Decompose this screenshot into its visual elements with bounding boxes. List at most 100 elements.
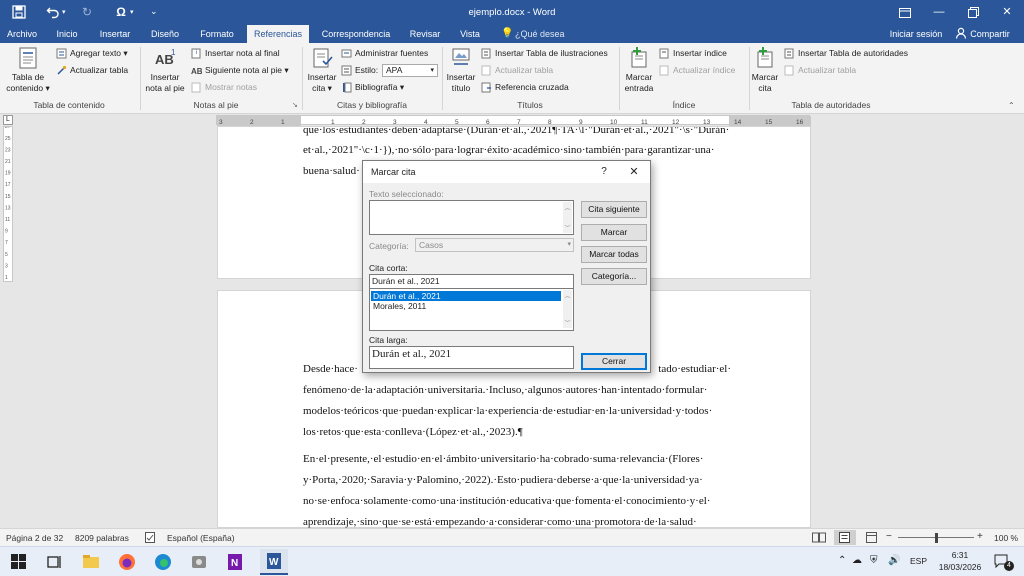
firefox-icon[interactable] [116, 552, 138, 572]
network-icon[interactable]: ☁ [852, 555, 862, 566]
tab-correspondencia[interactable]: Correspondencia [316, 25, 396, 43]
clock-time[interactable]: 6:31 [938, 550, 982, 560]
insert-index-button[interactable]: Insertar índice [659, 48, 727, 59]
short-cite-list-item[interactable]: Morales, 2011 [371, 301, 561, 311]
dialog-help-button[interactable]: ? [597, 166, 611, 177]
proofing-icon[interactable] [145, 532, 157, 545]
zoom-out-icon[interactable]: − [886, 531, 892, 542]
show-notes-label: Mostrar notas [205, 82, 257, 92]
tab-vista[interactable]: Vista [454, 25, 486, 43]
vertical-ruler[interactable]: 1 3 5 7 9 11 13 15 17 19 21 23 25 27 [3, 124, 13, 282]
insert-citation-button[interactable]: Insertar cita ▾ [304, 47, 340, 94]
tab-selector-icon[interactable]: L [3, 115, 13, 125]
tab-revisar[interactable]: Revisar [404, 25, 446, 43]
zoom-level[interactable]: 100 % [994, 533, 1018, 543]
footnotes-launcher-icon[interactable]: ↘ [292, 101, 298, 109]
vruler-tick-label: 9 [5, 229, 8, 235]
horizontal-ruler[interactable]: 3211234567891011121314151617 [216, 115, 835, 126]
short-cite-scrollbar[interactable]: ︿ ﹀ [563, 290, 572, 328]
insert-table-of-authorities-button[interactable]: Insertar Tabla de autoridades [784, 48, 908, 59]
sign-in-link[interactable]: Iniciar sesión [886, 25, 946, 43]
update-table-toc-label: Actualizar tabla [70, 65, 129, 75]
ribbon-display-options-icon[interactable] [888, 0, 922, 25]
next-footnote-button[interactable]: AB Siguiente nota al pie ▾ [191, 65, 289, 76]
mark-entry-icon [628, 47, 650, 69]
security-icon[interactable]: ⛨ [870, 555, 878, 566]
selected-text-box[interactable]: ︿ ﹀ [369, 200, 574, 235]
ruler-tick-label: 1 [331, 119, 335, 126]
insert-caption-button[interactable]: Insertar título [443, 47, 479, 94]
page-count[interactable]: Página 2 de 32 [6, 533, 63, 543]
cross-reference-button[interactable]: Referencia cruzada [481, 82, 569, 93]
input-language[interactable]: ESP [910, 556, 927, 566]
tab-referencias[interactable]: Referencias [247, 25, 309, 43]
zoom-in-icon[interactable]: + [977, 531, 983, 542]
table-of-figures-icon [481, 48, 492, 59]
add-text-button[interactable]: Agregar texto ▾ [56, 48, 128, 59]
vruler-tick-label: 23 [5, 147, 11, 153]
tab-inicio[interactable]: Inicio [48, 25, 86, 43]
toc-label-1: Tabla de [11, 72, 45, 82]
long-cite-input[interactable]: Durán et al., 2021 [369, 346, 574, 369]
zoom-slider-thumb[interactable] [935, 533, 938, 543]
mark-button[interactable]: Marcar [581, 224, 647, 241]
collapse-ribbon-icon[interactable]: ⌃ [1008, 101, 1015, 110]
ruler-margin-left [217, 116, 301, 126]
task-view-icon[interactable] [44, 552, 66, 572]
word-count[interactable]: 8209 palabras [75, 533, 129, 543]
short-cite-list-item[interactable]: Durán et al., 2021 [371, 291, 561, 301]
update-table-toc-button[interactable]: Actualizar tabla [56, 65, 128, 76]
volume-icon[interactable]: 🔊 [888, 555, 900, 566]
onenote-icon[interactable]: N [224, 552, 246, 572]
edge-icon[interactable] [152, 552, 174, 572]
web-layout-icon[interactable] [866, 532, 878, 545]
insert-index-icon [659, 48, 670, 59]
file-explorer-icon[interactable] [80, 552, 102, 572]
page2-para2-line-1: En·el·presente,·el·estudio·en·el·ámbito·… [303, 453, 704, 465]
page2-para2-line-2: y·Porta,·2020;·Saravia·y·Palomino,·2022)… [303, 474, 703, 486]
update-table-figures-button: Actualizar tabla [481, 65, 553, 76]
style-dropdown-arrow-icon: ▾ [430, 67, 434, 74]
tell-me-box[interactable]: ¿Qué desea hacer? [515, 25, 593, 57]
vruler-tick-label: 21 [5, 159, 11, 165]
word-icon[interactable]: W [260, 549, 288, 575]
mark-entry-button[interactable]: Marcar entrada [620, 47, 658, 94]
short-cite-list[interactable]: Durán et al., 2021 Morales, 2011 ︿ ﹀ [369, 289, 574, 331]
style-dropdown[interactable]: APA ▾ [382, 64, 438, 77]
tab-diseno[interactable]: Diseño [144, 25, 186, 43]
share-button[interactable]: Compartir [966, 25, 1014, 43]
insert-table-of-figures-button[interactable]: Insertar Tabla de ilustraciones [481, 48, 608, 59]
clock-date[interactable]: 18/03/2026 [934, 562, 986, 572]
language[interactable]: Español (España) [167, 533, 235, 543]
table-of-contents-button[interactable]: Tabla de contenido ▾ [4, 47, 52, 94]
tab-formato[interactable]: Formato [193, 25, 241, 43]
category-button[interactable]: Categoría... [581, 268, 647, 285]
ruler-tick-label: 10 [610, 119, 618, 126]
scroll-down-icon: ﹀ [564, 321, 571, 327]
manage-sources-button[interactable]: Administrar fuentes [341, 48, 428, 59]
mark-citation-button[interactable]: Marcar cita [748, 47, 782, 94]
print-layout-icon[interactable] [834, 530, 856, 545]
bibliography-button[interactable]: Bibliografía ▾ [341, 82, 404, 93]
mark-citation-label-1: Marcar [751, 72, 779, 82]
dialog-close-icon[interactable]: ✕ [627, 165, 641, 178]
close-button[interactable]: Cerrar [581, 353, 647, 370]
read-mode-icon[interactable] [812, 532, 826, 545]
page1-line-3: buena·salud· [303, 165, 360, 177]
cross-reference-icon [481, 82, 492, 93]
windows-start-icon[interactable] [8, 552, 30, 572]
tab-archivo[interactable]: Archivo [0, 25, 44, 43]
citation-label-2: cita ▾ [312, 83, 332, 93]
selected-text-scrollbar[interactable]: ︿ ﹀ [563, 202, 572, 233]
short-cite-input[interactable]: Durán et al., 2021 [369, 274, 574, 289]
app-icon[interactable] [188, 552, 210, 572]
show-hidden-icons-icon[interactable]: ⌃ [838, 555, 846, 566]
mark-all-button[interactable]: Marcar todas [581, 246, 647, 263]
next-citation-button[interactable]: Cita siguiente [581, 201, 647, 218]
tab-insertar[interactable]: Insertar [92, 25, 138, 43]
insert-endnote-button[interactable]: i Insertar nota al final [191, 48, 280, 59]
insert-footnote-button[interactable]: AB 1 Insertar nota al pie [142, 47, 188, 94]
minimize-icon[interactable]: — [922, 0, 956, 25]
close-window-icon[interactable]: ✕ [990, 0, 1024, 25]
restore-icon[interactable] [956, 0, 990, 25]
